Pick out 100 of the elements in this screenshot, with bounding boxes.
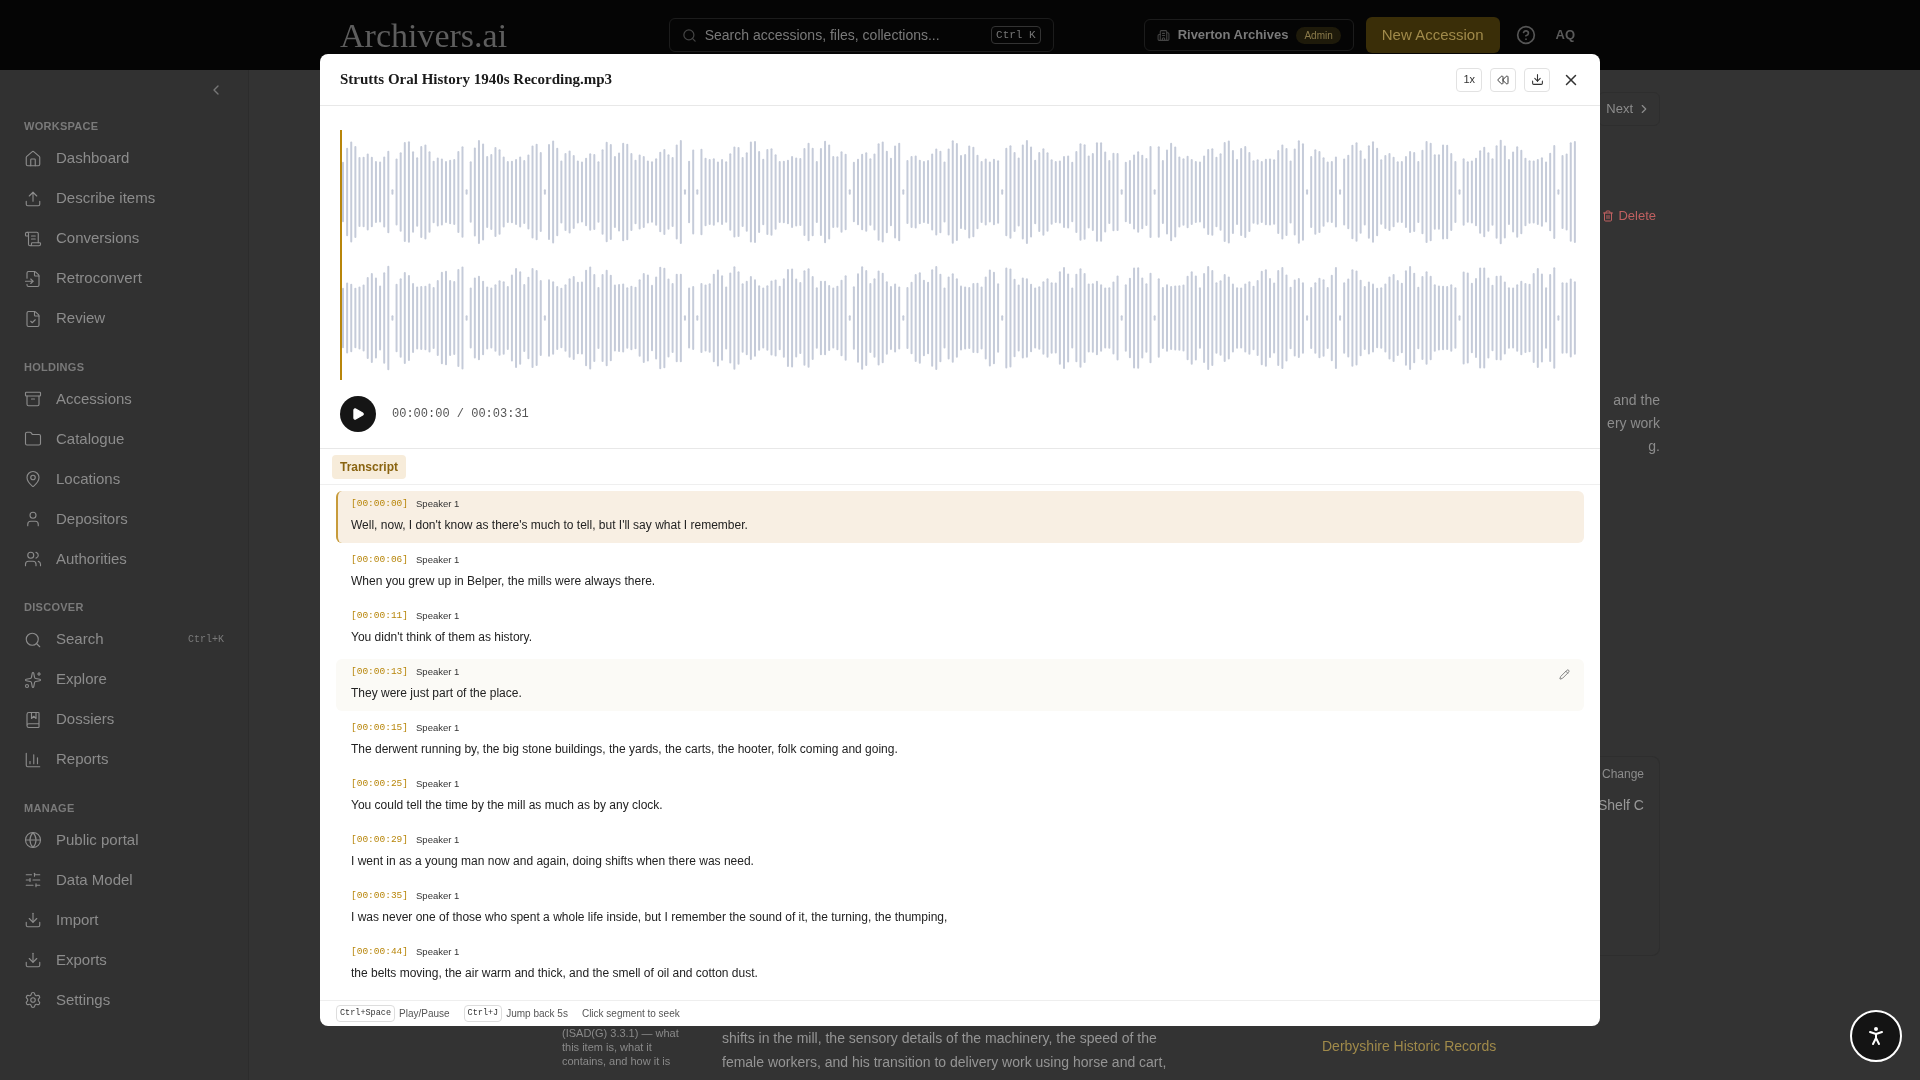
new-accession-button[interactable]: New Accession — [1365, 17, 1500, 53]
play-button[interactable] — [340, 396, 376, 432]
sidebar-item[interactable]: Describe items — [24, 178, 224, 219]
speaker-label: Speaker 1 — [416, 777, 460, 791]
role-badge: Admin — [1296, 26, 1341, 44]
transcript-tab[interactable]: Transcript — [332, 455, 407, 479]
sidebar-item[interactable]: Authorities — [24, 539, 224, 579]
shortcut-label: Play/Pause — [399, 1007, 450, 1021]
segment-text: When you grew up in Belper, the mills were always there. — [351, 573, 657, 591]
rewind-button[interactable] — [1490, 67, 1516, 92]
transcript-segment[interactable]: [00:00:00] Speaker 1 Well, now, I don't know as there's much to tell, but I'll say what I remember. — [336, 491, 1584, 543]
segment-text: The derwent running by, the big stone buildings, the yards, the carts, the hooter, folk coming and going. — [351, 741, 899, 759]
transcript-segment[interactable]: [00:00:25] Speaker 1 You could tell the time by the mill as much as by any clock. — [336, 771, 1584, 823]
summary-text: female workers, and his transition to delivery work using horse and cart, — [722, 1053, 1168, 1072]
workspace-switcher[interactable]: Riverton Archives Admin — [1143, 19, 1354, 51]
sidebar-item[interactable]: Accessions — [24, 379, 224, 419]
bar-chart-icon — [24, 750, 42, 769]
shortcut-key: Ctrl+J — [463, 1005, 503, 1022]
avatar[interactable]: AQ — [1555, 25, 1575, 45]
search-field[interactable]: Search accessions, files, collections... Ctrl K — [668, 18, 1054, 52]
download-button[interactable] — [1524, 67, 1550, 92]
shortcut-key: Ctrl+Space — [336, 1005, 395, 1022]
speed-button[interactable]: 1x — [1456, 67, 1482, 92]
shortcut-key: Ctrl+K — [188, 632, 224, 647]
transcript-segment[interactable]: [00:00:13] Speaker 1 They were just part of the place. — [336, 659, 1584, 711]
section-title: DISCOVER — [24, 600, 85, 615]
segment-text: You didn't think of them as history. — [351, 629, 534, 647]
repository-link[interactable]: Derbyshire Historic Records — [1322, 1038, 1497, 1054]
sidebar-item[interactable]: Conversions — [24, 218, 224, 259]
speaker-label: Speaker 1 — [416, 945, 460, 959]
section-title: HOLDINGS — [24, 359, 86, 375]
shortcut-label: Jump back 5s — [506, 1007, 568, 1021]
sidebar-item[interactable]: Settings — [24, 980, 224, 1020]
dialog-title: Strutts Oral History 1940s Recording.mp3 — [340, 70, 613, 90]
transcript-segment[interactable]: [00:00:29] Speaker 1 I went in as a young man now and again, doing shifts when there was need. — [336, 827, 1584, 879]
speaker-label: Speaker 1 — [416, 721, 460, 735]
scroll-icon — [24, 229, 42, 248]
timestamp: [00:00:15] — [351, 721, 408, 735]
sidebar-item[interactable]: Public portal — [24, 820, 224, 860]
sidebar-item[interactable]: Reports — [24, 739, 224, 780]
workspace-name: Riverton Archives — [1177, 26, 1289, 45]
timestamp: [00:00:44] — [351, 945, 408, 959]
sidebar-item[interactable]: Data Model — [24, 860, 224, 900]
archive-box-icon — [24, 390, 42, 408]
sidebar-item[interactable]: Locations — [24, 459, 224, 499]
sidebar-item[interactable]: Explore — [24, 659, 224, 700]
speaker-label: Speaker 1 — [416, 553, 460, 567]
play-icon — [351, 407, 365, 421]
transcript-segment[interactable]: [00:00:44] Speaker 1 the belts moving, the air warm and thick, and the smell of oil and cotton dust. — [336, 939, 1584, 991]
delete-button[interactable]: Delete — [1598, 201, 1660, 231]
speaker-label: Speaker 1 — [416, 833, 460, 847]
hint-text: Click segment to seek — [581, 1007, 680, 1021]
search-input[interactable]: Search accessions, files, collections... — [704, 24, 984, 46]
segment-text: You could tell the time by the mill as much as by any clock. — [351, 797, 664, 815]
sidebar-item[interactable]: Dashboard — [24, 138, 224, 179]
upload-icon — [24, 189, 42, 208]
globe-icon — [24, 831, 42, 849]
file-check-icon — [24, 309, 42, 328]
building-icon — [1156, 28, 1170, 42]
guide-text: contains, and how it is — [562, 1054, 672, 1068]
people-icon — [24, 550, 42, 568]
person-icon — [24, 510, 42, 528]
sliders-icon — [24, 871, 42, 889]
description-text: g. — [1648, 437, 1660, 456]
timestamp: [00:00:06] — [351, 553, 408, 567]
segment-text: I was never one of those who spent a whole life inside, but I remember the sound of it, the turning, the thumping, — [351, 909, 949, 927]
transcript-segment[interactable]: [00:00:06] Speaker 1 When you grew up in Belper, the mills were always there. — [336, 547, 1584, 599]
map-pin-icon — [24, 470, 42, 488]
timestamp: [00:00:25] — [351, 777, 408, 791]
sidebar-item[interactable]: Exports — [24, 940, 224, 980]
change-link[interactable]: Change — [1598, 765, 1645, 783]
guide-text: (ISAD(G) 3.3.1) — what — [562, 1026, 680, 1040]
section-title: MANAGE — [24, 800, 76, 816]
transcript-segment[interactable]: [00:00:11] Speaker 1 You didn't think of them as history. — [336, 603, 1584, 655]
sidebar-item[interactable]: Import — [24, 900, 224, 940]
timestamp: [00:00:35] — [351, 889, 408, 903]
sparkles-icon — [24, 670, 42, 689]
sidebar-item[interactable]: Review — [24, 298, 224, 339]
transcript-segment[interactable]: [00:00:15] Speaker 1 The derwent running by, the big stone buildings, the yards, the carts, the hooter, folk coming and going. — [336, 715, 1584, 767]
search-icon — [24, 630, 42, 649]
sidebar-item[interactable]: Search Ctrl+K — [24, 619, 224, 660]
accessibility-button[interactable] — [1850, 1010, 1902, 1062]
download-icon — [1530, 73, 1544, 86]
help-icon[interactable] — [1515, 25, 1536, 45]
segment-text: Well, now, I don't know as there's much to tell, but I'll say what I remember. — [351, 517, 749, 535]
pencil-icon[interactable] — [1559, 669, 1570, 680]
playback-time: 00:00:00 / 00:03:31 — [392, 406, 529, 423]
shortcut-key: Ctrl K — [991, 25, 1041, 45]
speaker-label: Speaker 1 — [416, 497, 460, 511]
sidebar-item[interactable]: Catalogue — [24, 419, 224, 459]
speaker-label: Speaker 1 — [416, 609, 460, 623]
timestamp: [00:00:13] — [351, 665, 408, 679]
section-title: WORKSPACE — [24, 119, 100, 134]
transcript-segment[interactable]: [00:00:35] Speaker 1 I was never one of those who spent a whole life inside, but I remember the sound of it, the turning, the thumping, — [336, 883, 1584, 935]
segment-text: the belts moving, the air warm and thick, and the smell of oil and cotton dust. — [351, 965, 759, 983]
sidebar-item[interactable]: Retroconvert — [24, 258, 224, 299]
sidebar-item[interactable]: Depositors — [24, 499, 224, 539]
timestamp: [00:00:29] — [351, 833, 408, 847]
description-text: ery work — [1607, 414, 1660, 433]
sidebar-item[interactable]: Dossiers — [24, 699, 224, 740]
